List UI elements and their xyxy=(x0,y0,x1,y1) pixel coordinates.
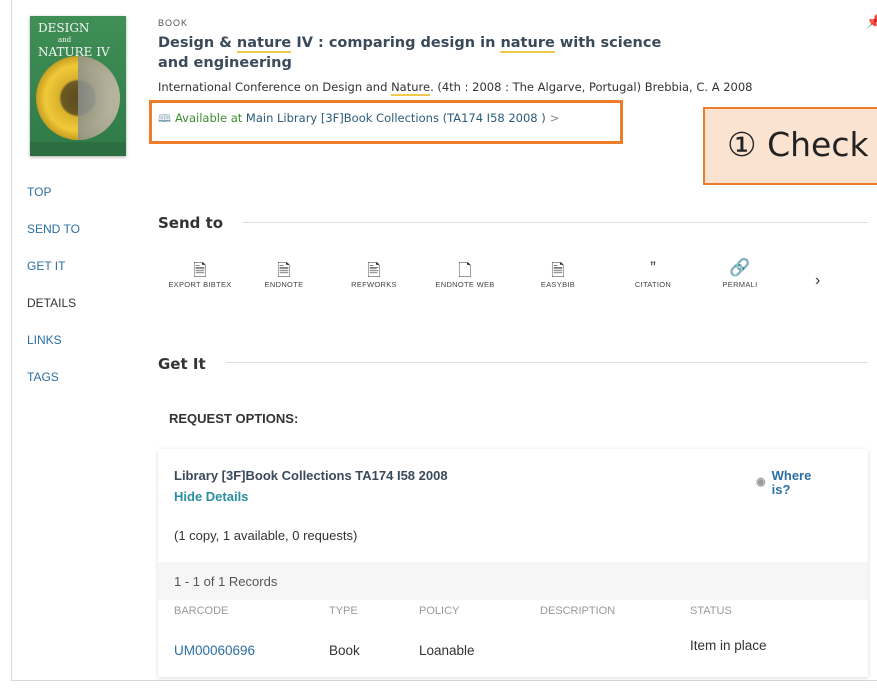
easybib-button[interactable]: 🗎 EASYBIB xyxy=(518,258,598,289)
action-label: ENDNOTE xyxy=(264,280,304,289)
holding-location: Library [3F]Book Collections TA174 I58 2… xyxy=(174,468,448,483)
easybib-icon: 🗎 xyxy=(551,261,565,280)
endnote-icon: 🗎 xyxy=(277,261,291,280)
availability-link[interactable]: 🕮 Available at Main Library [3F]Book Coll… xyxy=(158,110,559,129)
chevron-right-icon: > xyxy=(549,111,560,125)
title-highlight: nature xyxy=(236,35,292,53)
record-authors: International Conference on Design and N… xyxy=(158,80,753,96)
nav-item-links[interactable]: LINKS xyxy=(27,333,80,370)
column-header-barcode: BARCODE xyxy=(174,605,229,617)
map-pin-icon: ◉ xyxy=(756,476,766,488)
cover-half-graphic xyxy=(78,56,120,140)
nav-item-get-it[interactable]: GET IT xyxy=(27,259,80,296)
cover-title: DESIGN and NATURE IV xyxy=(38,22,110,58)
book-cover-image[interactable]: DESIGN and NATURE IV xyxy=(30,16,126,156)
hide-details-link[interactable]: Hide Details xyxy=(174,489,248,504)
where-is-label: Where is? xyxy=(771,468,812,497)
column-header-type: TYPE xyxy=(329,605,358,617)
title-highlight: nature xyxy=(500,35,555,53)
authors-part: International Conference on Design and xyxy=(158,80,392,94)
availability-location: Main Library [3F]Book Collections (TA174… xyxy=(245,111,546,125)
item-policy: Loanable xyxy=(419,643,475,658)
item-status: Item in place xyxy=(690,638,767,653)
send-to-divider xyxy=(243,222,868,223)
callout-text: ① Check xyxy=(727,125,869,164)
action-label: EXPORT BIBTEX xyxy=(168,280,232,289)
get-it-heading: Get It xyxy=(158,355,206,373)
permalink-icon: 🔗 xyxy=(729,258,751,277)
citation-icon: ” xyxy=(650,258,656,277)
record-type: BOOK xyxy=(158,18,189,28)
endnote-web-icon: 🗋 xyxy=(458,261,472,280)
cover-footer xyxy=(30,142,126,156)
copies-summary: (1 copy, 1 available, 0 requests) xyxy=(174,528,358,543)
citation-button[interactable]: ” CITATION xyxy=(613,258,693,289)
action-label: CITATION xyxy=(634,280,672,289)
holdings-card: Library [3F]Book Collections TA174 I58 2… xyxy=(158,449,868,677)
item-barcode[interactable]: UM00060696 xyxy=(174,643,255,658)
where-is-link[interactable]: ◉ Where is? xyxy=(756,469,812,497)
refworks-icon: 🖹 xyxy=(367,261,381,280)
nav-item-send-to[interactable]: SEND TO xyxy=(27,222,80,259)
endnote-button[interactable]: 🗎 ENDNOTE xyxy=(244,258,324,289)
nav-item-details[interactable]: DETAILS xyxy=(27,296,80,333)
section-nav: TOP SEND TO GET IT DETAILS LINKS TAGS xyxy=(27,185,80,407)
chevron-right-icon[interactable]: › xyxy=(815,272,820,290)
title-part: IV : comparing design in xyxy=(291,35,501,51)
records-bar: 1 - 1 of 1 Records xyxy=(158,562,868,600)
title-part: Design & xyxy=(158,35,237,51)
instruction-callout: ① Check xyxy=(703,107,877,185)
records-count: 1 - 1 of 1 Records xyxy=(174,574,278,589)
send-to-heading: Send to xyxy=(158,214,224,232)
availability-status: Available at xyxy=(174,111,243,125)
column-header-description: DESCRIPTION xyxy=(540,605,616,617)
get-it-divider xyxy=(226,362,868,363)
column-header-policy: POLICY xyxy=(419,605,460,617)
action-label: EASYBIB xyxy=(540,280,576,289)
request-options-heading: REQUEST OPTIONS: xyxy=(169,411,299,426)
nav-item-tags[interactable]: TAGS xyxy=(27,370,80,407)
export-bibtex-button[interactable]: 🗎 EXPORT BIBTEX xyxy=(160,258,240,289)
authors-part: . (4th : 2008 : The Algarve, Portugal) B… xyxy=(430,80,753,94)
permalink-button[interactable]: 🔗 PERMALI xyxy=(700,258,780,289)
nav-item-top[interactable]: TOP xyxy=(27,185,80,222)
refworks-button[interactable]: 🖹 REFWORKS xyxy=(334,258,414,289)
authors-highlight: Nature xyxy=(391,80,431,96)
action-label: REFWORKS xyxy=(351,280,397,289)
action-label: ENDNOTE WEB xyxy=(435,280,495,289)
action-label: PERMALI xyxy=(722,280,758,289)
pin-icon[interactable]: 📌 xyxy=(866,14,877,29)
cover-title-line1: DESIGN xyxy=(38,21,90,35)
export-bibtex-icon: 🗎 xyxy=(193,261,207,280)
record-title[interactable]: Design & nature IV : comparing design in… xyxy=(158,33,678,73)
item-type: Book xyxy=(329,643,360,658)
column-header-status: STATUS xyxy=(690,605,732,617)
book-icon: 🕮 xyxy=(158,112,171,125)
endnote-web-button[interactable]: 🗋 ENDNOTE WEB xyxy=(425,258,505,289)
